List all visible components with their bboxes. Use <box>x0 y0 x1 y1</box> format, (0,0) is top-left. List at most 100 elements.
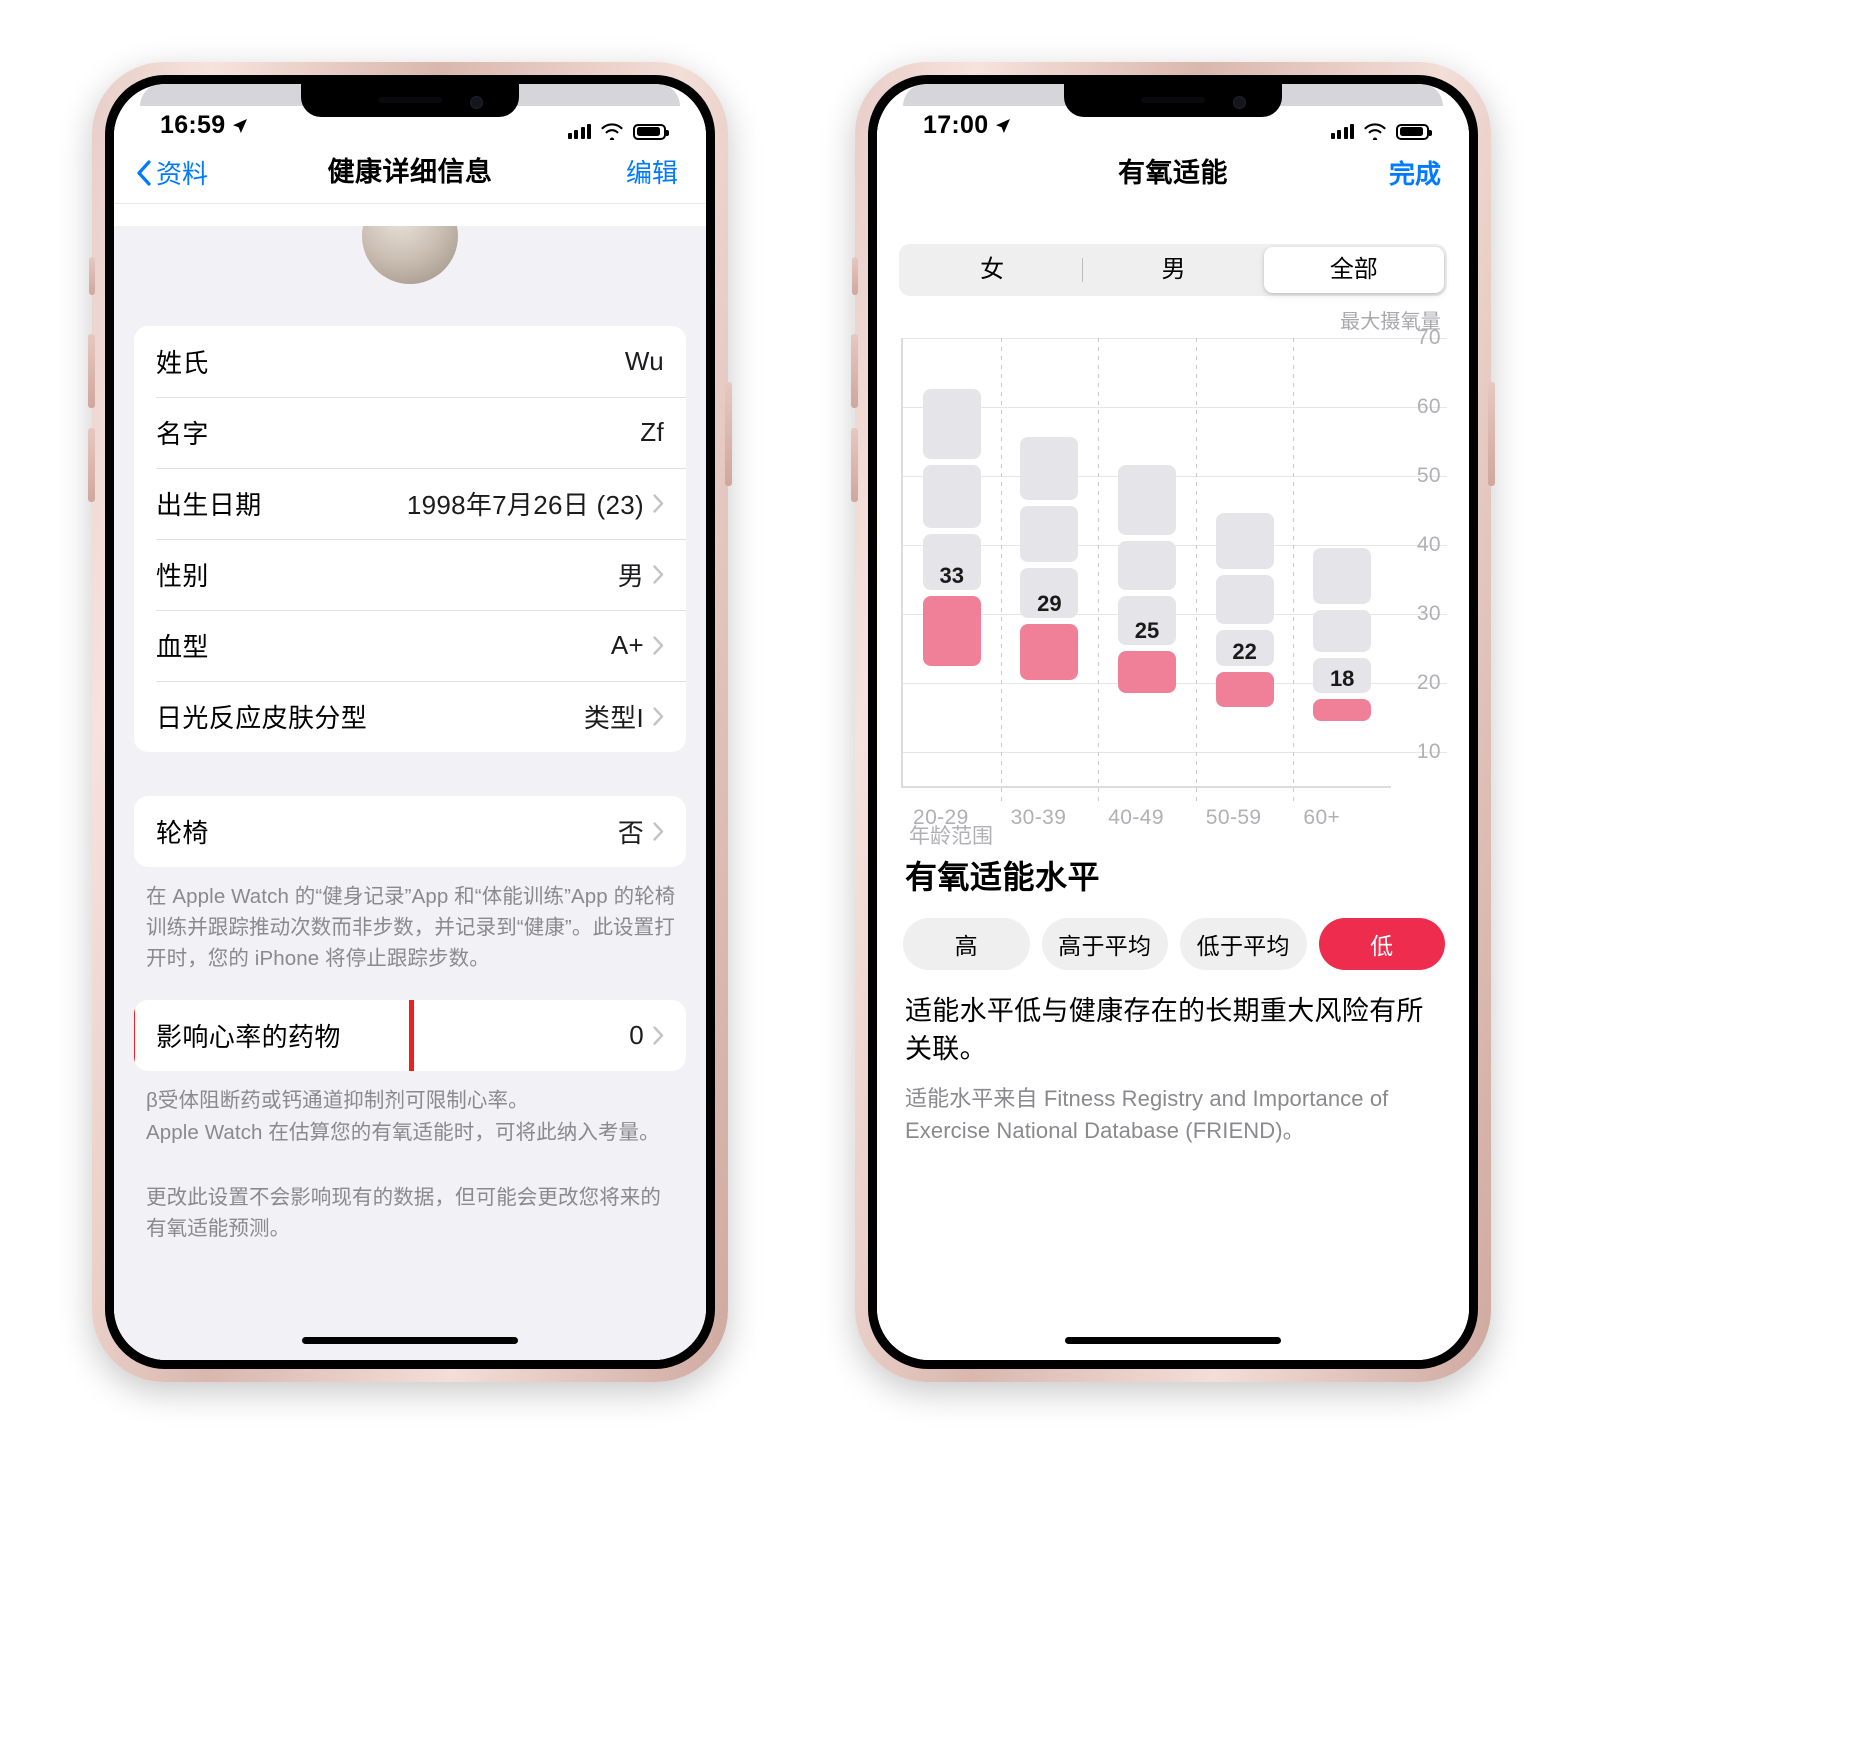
segment-female[interactable]: 女 <box>902 247 1082 293</box>
bar-segment <box>1118 651 1176 694</box>
status-indicators <box>1330 123 1432 140</box>
sheet-right: 有氧适能 完成 女 男 全部 最大摄氧量 70 60 50 40 30 20 10 33 20- <box>877 106 1469 1360</box>
medications-footnote-secondary: 更改此设置不会影响现有的数据，但可能会更改您将来的有氧适能预测。 <box>146 1185 661 1240</box>
status-time-group: 16:59 <box>160 111 248 140</box>
x-axis-tick-label: 60+ <box>1303 806 1341 829</box>
pill-high[interactable]: 高 <box>903 918 1030 970</box>
bar-group[interactable]: 22 <box>1215 338 1274 786</box>
bar-group[interactable]: 29 <box>1020 338 1079 786</box>
row-right: Wu <box>625 346 664 377</box>
bar-segment <box>1215 575 1274 625</box>
y-axis-tick-label: 60 <box>1416 394 1441 418</box>
power-button[interactable] <box>725 382 732 486</box>
row-label: 血型 <box>156 632 209 662</box>
table-row[interactable]: 性别 男 <box>134 539 686 610</box>
segment-all[interactable]: 全部 <box>1263 247 1444 293</box>
table-row[interactable]: 血型 A+ <box>134 610 686 681</box>
chart-category-divider <box>1293 338 1295 802</box>
personal-info-group: 姓氏 Wu 名字 Zf 出生日期 1998年7月26日 (23) 性别 男 血型… <box>134 326 686 752</box>
home-indicator[interactable] <box>302 1337 518 1344</box>
table-row[interactable]: 轮椅 否 <box>134 796 686 867</box>
x-axis-tick-label: 40-49 <box>1108 806 1164 829</box>
silent-switch[interactable] <box>852 257 858 295</box>
row-value: 0 <box>629 1020 644 1051</box>
x-axis-title: 年龄范围 <box>909 825 993 848</box>
row-right: Zf <box>640 417 664 448</box>
bar-segment <box>1020 506 1079 563</box>
bar-group[interactable]: 18 <box>1313 338 1372 786</box>
row-right: 类型I <box>584 698 664 735</box>
edit-button[interactable]: 编辑 <box>626 153 678 190</box>
fitness-source-note: 适能水平来自 Fitness Registry and Importance o… <box>905 1085 1389 1143</box>
fitness-level-pills: 高 高于平均 低于平均 低 <box>903 918 1445 970</box>
battery-icon <box>1396 123 1432 140</box>
table-row[interactable]: 姓氏 Wu <box>134 326 686 397</box>
back-button[interactable]: 资料 <box>136 154 208 191</box>
chevron-right-icon <box>653 707 664 726</box>
iphone-mockup-left: 16:59 资料 健康详细信息 编辑 姓氏 Wu 名字 Zf 出生日期 1998… <box>88 62 732 1382</box>
gender-segmented-control[interactable]: 女 男 全部 <box>899 244 1447 296</box>
silent-switch[interactable] <box>89 257 95 295</box>
row-right: 1998年7月26日 (23) <box>407 485 664 522</box>
medications-footnote: β受体阻断药或钙通道抑制剂可限制心率。 Apple Watch 在估算您的有氧适… <box>146 1089 660 1144</box>
pill-above-average[interactable]: 高于平均 <box>1041 918 1168 970</box>
x-axis-tick-label: 30-39 <box>1010 806 1067 829</box>
phone-bezel: 16:59 资料 健康详细信息 编辑 姓氏 Wu 名字 Zf 出生日期 1998… <box>105 75 715 1369</box>
row-value: 类型I <box>583 703 644 733</box>
back-button-label: 资料 <box>156 159 209 189</box>
y-axis-tick-label: 30 <box>1416 601 1441 625</box>
cellular-bars-icon <box>1330 124 1354 139</box>
status-time-group: 17:00 <box>923 111 1011 140</box>
iphone-mockup-right: 17:00 有氧适能 完成 女 男 全部 最大摄氧量 70 60 50 40 3… <box>851 62 1495 1382</box>
screenshot-stage: 16:59 资料 健康详细信息 编辑 姓氏 Wu 名字 Zf 出生日期 1998… <box>0 0 1863 1740</box>
wifi-icon <box>1364 123 1386 140</box>
chevron-right-icon <box>653 822 664 841</box>
volume-down-button[interactable] <box>88 428 95 502</box>
row-label: 性别 <box>156 561 209 591</box>
section-title: 有氧适能水平 <box>905 859 1101 895</box>
phone-screen-left: 16:59 资料 健康详细信息 编辑 姓氏 Wu 名字 Zf 出生日期 1998… <box>114 84 706 1360</box>
bar-segment <box>1313 547 1372 604</box>
table-row[interactable]: 出生日期 1998年7月26日 (23) <box>134 468 686 539</box>
row-value: Wu <box>624 346 664 376</box>
notch <box>301 84 519 117</box>
row-label: 出生日期 <box>156 490 262 520</box>
chevron-left-icon <box>137 159 151 186</box>
medications-group: 影响心率的药物 0 <box>134 1000 686 1072</box>
row-right: 男 <box>618 556 664 593</box>
earpiece-speaker <box>1141 97 1205 103</box>
bar-segment <box>1118 465 1176 535</box>
table-row[interactable]: 名字 Zf <box>134 397 686 468</box>
bar-group[interactable]: 25 <box>1118 338 1176 786</box>
row-value: Zf <box>640 417 664 447</box>
wheelchair-footnote: 在 Apple Watch 的“健身记录”App 和“体能训练”App 的轮椅训… <box>146 885 676 971</box>
bar-segment <box>1020 437 1079 501</box>
bar-value-label: 22 <box>1232 638 1257 664</box>
page-title: 有氧适能 <box>1118 158 1228 188</box>
table-row[interactable]: 影响心率的药物 0 <box>134 1000 686 1071</box>
power-button[interactable] <box>1488 382 1495 486</box>
segment-male[interactable]: 男 <box>1083 247 1263 293</box>
volume-up-button[interactable] <box>851 334 858 408</box>
bar-group[interactable]: 33 <box>922 338 981 786</box>
y-axis-tick-label: 20 <box>1416 670 1441 694</box>
cardio-fitness-body: 女 男 全部 最大摄氧量 70 60 50 40 30 20 10 33 20-29 29 30-3… <box>877 226 1469 1360</box>
home-indicator[interactable] <box>1065 1337 1281 1344</box>
done-button[interactable]: 完成 <box>1389 154 1441 191</box>
row-right: 0 <box>629 1020 664 1051</box>
page-title: 健康详细信息 <box>327 157 493 187</box>
cellular-bars-icon <box>567 124 591 139</box>
volume-down-button[interactable] <box>851 428 858 502</box>
bar-segment <box>1118 540 1176 590</box>
row-label: 姓氏 <box>156 348 209 378</box>
bar-segment <box>922 465 981 528</box>
status-indicators <box>567 123 669 140</box>
chart-plot-area: 70 60 50 40 30 20 10 33 20-29 29 30-39 25 40-49 22 50-… <box>901 326 1447 829</box>
phone-screen-right: 17:00 有氧适能 完成 女 男 全部 最大摄氧量 70 60 50 40 3… <box>877 84 1469 1360</box>
front-camera <box>1233 96 1246 109</box>
row-right: 否 <box>618 813 664 850</box>
pill-low[interactable]: 低 <box>1318 918 1445 970</box>
table-row[interactable]: 日光反应皮肤分型 类型I <box>134 681 686 752</box>
volume-up-button[interactable] <box>88 334 95 408</box>
pill-below-average[interactable]: 低于平均 <box>1180 918 1307 970</box>
